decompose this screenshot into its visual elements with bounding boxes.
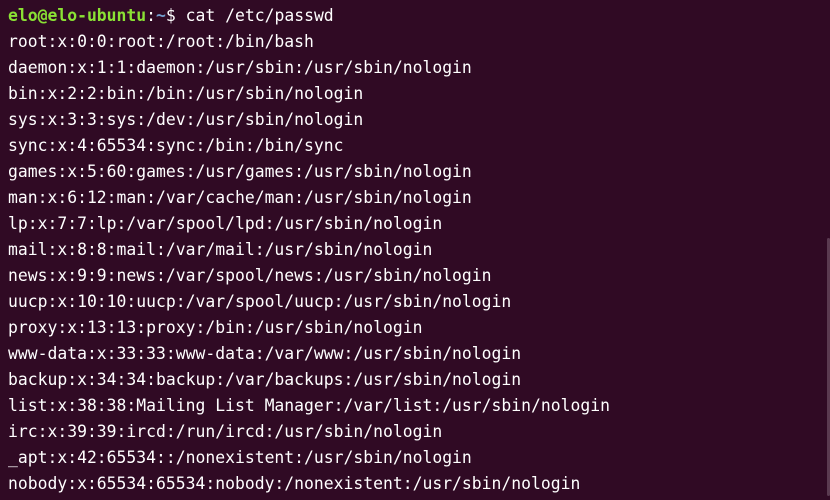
- output-line: irc:x:39:39:ircd:/run/ircd:/usr/sbin/nol…: [8, 422, 443, 441]
- output-line: backup:x:34:34:backup:/var/backups:/usr/…: [8, 370, 522, 389]
- output-line: sync:x:4:65534:sync:/bin:/bin/sync: [8, 136, 344, 155]
- output-line: daemon:x:1:1:daemon:/usr/sbin:/usr/sbin/…: [8, 58, 472, 77]
- output-line: mail:x:8:8:mail:/var/mail:/usr/sbin/nolo…: [8, 240, 433, 259]
- prompt-sigil: $: [165, 6, 186, 25]
- output-line: lp:x:7:7:lp:/var/spool/lpd:/usr/sbin/nol…: [8, 214, 443, 233]
- output-line: proxy:x:13:13:proxy:/bin:/usr/sbin/nolog…: [8, 318, 423, 337]
- prompt-line: elo@elo-ubuntu:~$ cat /etc/passwd: [8, 3, 830, 29]
- output-line: root:x:0:0:root:/root:/bin/bash: [8, 32, 314, 51]
- output-line: man:x:6:12:man:/var/cache/man:/usr/sbin/…: [8, 188, 472, 207]
- prompt-path: ~: [156, 6, 166, 25]
- output-line: uucp:x:10:10:uucp:/var/spool/uucp:/usr/s…: [8, 292, 512, 311]
- output-line: games:x:5:60:games:/usr/games:/usr/sbin/…: [8, 162, 472, 181]
- output-line: nobody:x:65534:65534:nobody:/nonexistent…: [8, 474, 581, 493]
- prompt-user-host: elo@elo-ubuntu: [8, 6, 147, 25]
- prompt-separator: :: [146, 6, 157, 25]
- terminal-window[interactable]: elo@elo-ubuntu:~$ cat /etc/passwd root:x…: [0, 0, 830, 500]
- command-text: cat /etc/passwd: [185, 6, 334, 25]
- output-line: list:x:38:38:Mailing List Manager:/var/l…: [8, 396, 610, 415]
- output-line: _apt:x:42:65534::/nonexistent:/usr/sbin/…: [8, 448, 472, 467]
- output-line: news:x:9:9:news:/var/spool/news:/usr/sbi…: [8, 266, 492, 285]
- output-line: bin:x:2:2:bin:/bin:/usr/sbin/nologin: [8, 84, 364, 103]
- output-line: sys:x:3:3:sys:/dev:/usr/sbin/nologin: [8, 110, 364, 129]
- output-line: www-data:x:33:33:www-data:/var/www:/usr/…: [8, 344, 522, 363]
